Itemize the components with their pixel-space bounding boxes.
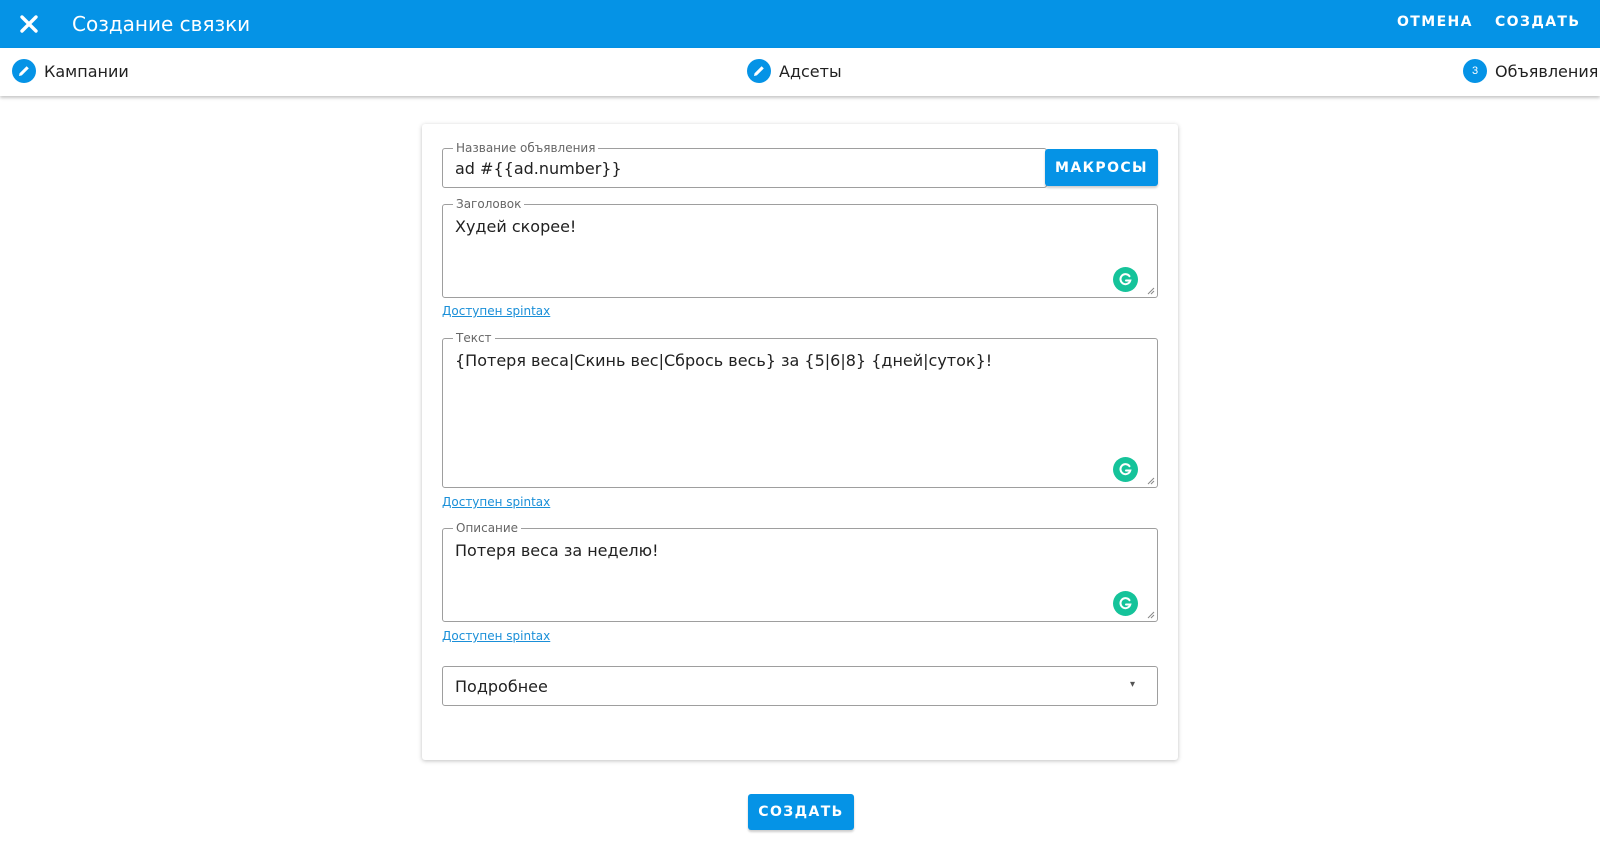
spintax-link[interactable]: Доступен spintax xyxy=(442,629,550,643)
step-label: Объявления xyxy=(1495,61,1599,81)
spintax-link[interactable]: Доступен spintax xyxy=(442,304,550,318)
step-label: Кампании xyxy=(44,61,129,81)
chevron-down-icon: ▾ xyxy=(1129,679,1135,690)
pencil-icon xyxy=(12,59,36,83)
stepper: Кампании Адсеты 3 Объявления xyxy=(0,48,1600,96)
step-label: Адсеты xyxy=(779,61,842,81)
submit-create-button[interactable]: СОЗДАТЬ xyxy=(748,794,854,830)
grammarly-icon[interactable] xyxy=(1113,591,1138,616)
headline-value: Худей скорее! xyxy=(455,217,577,236)
ad-name-field[interactable]: Название объявления ad #{{ad.number}} xyxy=(442,141,1047,188)
ad-form-card: Название объявления ad #{{ad.number}} МА… xyxy=(422,124,1178,760)
step-number-badge: 3 xyxy=(1463,59,1487,83)
step-campaigns[interactable]: Кампании xyxy=(12,59,129,83)
cta-select-value: Подробнее xyxy=(455,677,548,696)
description-textarea[interactable]: Описание Потеря веса за неделю! xyxy=(442,521,1158,622)
cta-select[interactable]: Подробнее ▾ xyxy=(442,666,1158,706)
step-adsets[interactable]: Адсеты xyxy=(747,59,842,83)
description-value: Потеря веса за неделю! xyxy=(455,541,659,560)
page-title: Создание связки xyxy=(72,12,251,36)
grammarly-icon[interactable] xyxy=(1113,457,1138,482)
headline-textarea[interactable]: Заголовок Худей скорее! xyxy=(442,197,1158,298)
headline-label: Заголовок xyxy=(453,197,525,211)
pencil-icon xyxy=(747,59,771,83)
description-label: Описание xyxy=(453,521,522,535)
resize-handle-icon[interactable] xyxy=(1147,477,1155,485)
ad-name-label: Название объявления xyxy=(453,141,599,155)
app-bar: Создание связки ОТМЕНА СОЗДАТЬ xyxy=(0,0,1600,48)
text-label: Текст xyxy=(453,331,495,345)
grammarly-icon[interactable] xyxy=(1113,267,1138,292)
close-icon[interactable] xyxy=(14,9,44,39)
resize-handle-icon[interactable] xyxy=(1147,287,1155,295)
ad-name-value: ad #{{ad.number}} xyxy=(455,159,622,178)
resize-handle-icon[interactable] xyxy=(1147,611,1155,619)
text-value: {Потеря веса|Скинь вес|Сбрось весь} за {… xyxy=(455,351,993,370)
create-header-button[interactable]: СОЗДАТЬ xyxy=(1495,14,1580,30)
cancel-button[interactable]: ОТМЕНА xyxy=(1397,14,1473,30)
spintax-link[interactable]: Доступен spintax xyxy=(442,495,550,509)
step-ads[interactable]: 3 Объявления xyxy=(1463,59,1598,83)
macros-button[interactable]: МАКРОСЫ xyxy=(1045,149,1158,186)
text-textarea[interactable]: Текст {Потеря веса|Скинь вес|Сбрось весь… xyxy=(442,331,1158,488)
